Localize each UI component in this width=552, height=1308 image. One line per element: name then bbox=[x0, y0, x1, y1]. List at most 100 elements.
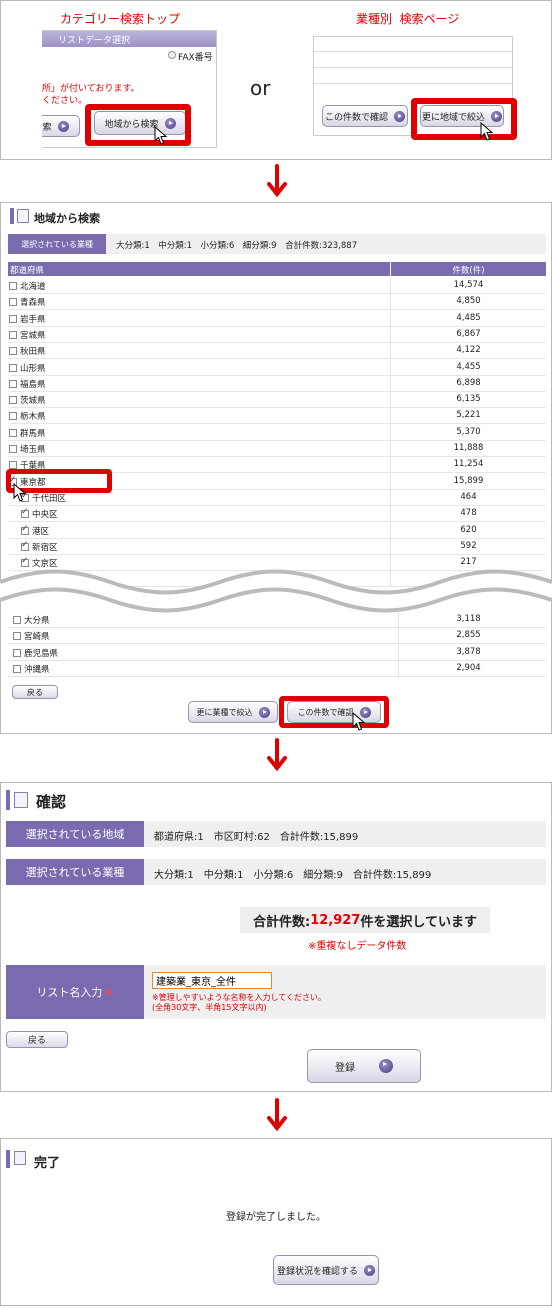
pref-checkbox[interactable] bbox=[21, 556, 29, 568]
document-icon bbox=[14, 792, 28, 808]
pref-name: 千代田区 bbox=[32, 493, 67, 504]
back-button[interactable]: 戻る bbox=[6, 1031, 68, 1048]
table-row[interactable]: 群馬県 5,370 bbox=[8, 424, 546, 441]
pref-checkbox[interactable] bbox=[9, 298, 17, 307]
table-row[interactable]: 中央区 478 bbox=[8, 506, 546, 523]
col-count-header: 件数(件) bbox=[452, 266, 485, 276]
pref-name: 宮城県 bbox=[20, 330, 46, 341]
down-arrow-icon bbox=[267, 738, 287, 772]
cursor-icon bbox=[352, 712, 366, 731]
table-row[interactable]: 宮城県 6,867 bbox=[8, 326, 546, 343]
table-row[interactable]: 北海道 14,574 bbox=[8, 278, 546, 294]
list-name-label: リスト名入力 ※ bbox=[6, 965, 144, 1019]
check-status-button[interactable]: 登録状況を確認する bbox=[273, 1255, 379, 1285]
pref-name: 福島県 bbox=[20, 379, 46, 390]
right-caption: 業種別 検索ページ bbox=[356, 12, 460, 26]
required-mark: ※ bbox=[104, 985, 114, 999]
step4-title: 完了 bbox=[34, 1156, 61, 1171]
highlight-confirm bbox=[279, 696, 389, 728]
pref-count: 11,254 bbox=[453, 459, 484, 470]
step3-title: 確認 bbox=[36, 793, 67, 811]
list-name-input[interactable] bbox=[152, 972, 272, 989]
pref-checkbox[interactable] bbox=[13, 632, 21, 641]
pref-count: 620 bbox=[460, 524, 477, 535]
highlight-region-search bbox=[85, 104, 191, 146]
pref-checkbox[interactable] bbox=[13, 616, 21, 624]
pref-checkbox[interactable] bbox=[9, 428, 17, 437]
pref-checkbox[interactable] bbox=[13, 648, 21, 657]
pref-checkbox[interactable] bbox=[9, 314, 17, 323]
table-row[interactable]: 港区 620 bbox=[8, 522, 546, 539]
total-count-value: 12,927 bbox=[310, 912, 361, 928]
pref-name: 群馬県 bbox=[20, 428, 46, 439]
register-button[interactable]: 登録 bbox=[307, 1049, 421, 1083]
document-icon bbox=[17, 209, 29, 223]
pref-checkbox[interactable] bbox=[9, 363, 17, 372]
table-row[interactable]: 山形県 4,455 bbox=[8, 359, 546, 376]
pref-name: 中央区 bbox=[32, 510, 58, 521]
pref-checkbox[interactable] bbox=[21, 524, 29, 535]
pref-checkbox[interactable] bbox=[9, 347, 17, 356]
pref-name: 埼玉県 bbox=[20, 445, 46, 455]
pref-count: 592 bbox=[460, 540, 477, 551]
play-icon bbox=[258, 706, 270, 718]
region-summary: 都道府県:1 市区町村:62 合計件数:15,899 bbox=[154, 832, 359, 843]
selected-industry-label: 選択されている業種 bbox=[6, 859, 144, 885]
pref-count: 464 bbox=[460, 491, 477, 502]
pref-checkbox[interactable] bbox=[13, 664, 21, 673]
table-row[interactable]: 鹿児島県 3,878 bbox=[8, 644, 546, 661]
highlight-narrow-region bbox=[411, 98, 517, 140]
table-row[interactable]: 埼玉県 11,888 bbox=[8, 441, 546, 457]
pref-checkbox[interactable] bbox=[9, 379, 17, 388]
pref-name: 茨城県 bbox=[20, 396, 46, 407]
total-count-box: 合計件数: 12,927 件を選択しています bbox=[240, 907, 490, 933]
pref-name: 山形県 bbox=[20, 363, 46, 374]
cursor-icon bbox=[154, 126, 168, 145]
pref-count: 6,135 bbox=[456, 394, 481, 405]
table-row[interactable]: 青森県 4,850 bbox=[8, 294, 546, 311]
search-button-fragment[interactable]: 検索 bbox=[42, 115, 80, 137]
fax-radio[interactable] bbox=[168, 51, 176, 59]
selected-industry-label: 選択されている業種 bbox=[8, 234, 106, 254]
pref-count: 4,455 bbox=[456, 361, 481, 372]
hint-line2: (全角30文字、半角15文字以内) bbox=[152, 1003, 267, 1012]
table-row[interactable]: 沖縄県 2,904 bbox=[8, 660, 546, 677]
pref-name: 沖縄県 bbox=[24, 664, 50, 675]
col-pref-header: 都道府県 bbox=[10, 266, 45, 276]
table-row[interactable]: 茨城県 6,135 bbox=[8, 392, 546, 409]
table-row[interactable]: 大分県 3,118 bbox=[8, 612, 546, 628]
pref-count: 2,904 bbox=[456, 662, 481, 673]
play-icon bbox=[364, 1264, 375, 1276]
table-row[interactable]: 福島県 6,898 bbox=[8, 375, 546, 392]
table-row[interactable]: 宮崎県 2,855 bbox=[8, 628, 546, 645]
table-row[interactable]: 新宿区 592 bbox=[8, 538, 546, 555]
pref-name: 北海道 bbox=[20, 282, 46, 292]
pref-name: 港区 bbox=[32, 526, 50, 537]
confirm-count-button[interactable]: この件数で確認 bbox=[322, 105, 408, 127]
pref-checkbox[interactable] bbox=[9, 412, 17, 421]
pref-count: 5,370 bbox=[456, 426, 481, 437]
table-row[interactable]: 岩手県 4,485 bbox=[8, 310, 546, 327]
industry-summary: 大分類:1 中分類:1 小分類:6 細分類:9 合計件数:15,899 bbox=[154, 870, 432, 881]
pref-name: 秋田県 bbox=[20, 347, 46, 358]
pref-count: 217 bbox=[460, 557, 477, 568]
play-icon bbox=[57, 120, 69, 132]
pref-checkbox[interactable] bbox=[9, 445, 17, 453]
narrow-industry-button[interactable]: 更に業種で絞込 bbox=[188, 701, 278, 723]
pref-checkbox[interactable] bbox=[21, 540, 29, 551]
pref-checkbox[interactable] bbox=[9, 330, 17, 339]
table-row[interactable]: 秋田県 4,122 bbox=[8, 343, 546, 360]
wavy-cut-divider bbox=[0, 569, 552, 613]
pref-checkbox[interactable] bbox=[21, 507, 29, 519]
pref-count: 14,574 bbox=[453, 280, 484, 290]
table-row[interactable]: 栃木県 5,221 bbox=[8, 408, 546, 425]
pref-count: 2,855 bbox=[456, 630, 481, 641]
pref-count: 6,867 bbox=[456, 328, 481, 339]
cursor-icon bbox=[13, 483, 27, 502]
pref-checkbox[interactable] bbox=[9, 282, 17, 290]
pref-count: 4,485 bbox=[456, 312, 481, 323]
pref-checkbox[interactable] bbox=[9, 396, 17, 405]
or-label: or bbox=[250, 76, 271, 100]
back-button[interactable]: 戻る bbox=[12, 685, 58, 699]
pref-count: 3,118 bbox=[456, 614, 481, 624]
